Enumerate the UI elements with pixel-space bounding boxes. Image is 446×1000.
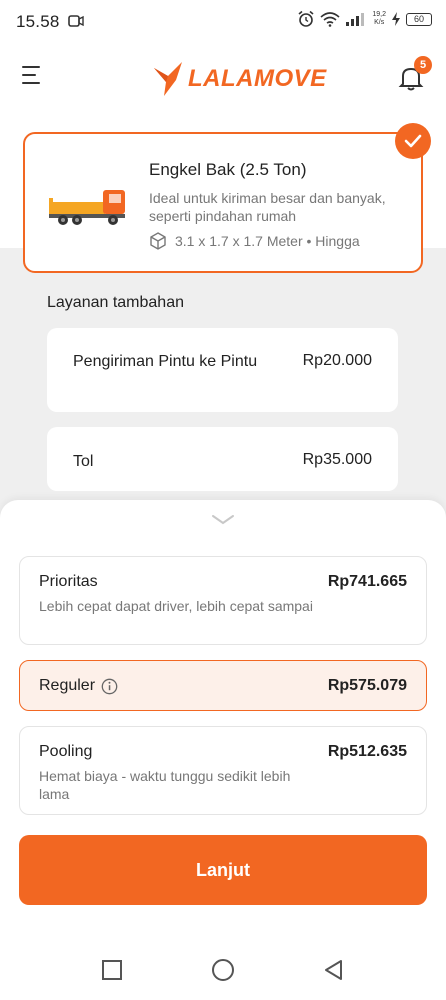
option-description: Hemat biaya - waktu tunggu sedikit lebih…	[39, 768, 291, 802]
option-price: Rp512.635	[327, 743, 407, 760]
status-time: 15.58	[16, 12, 60, 31]
service-door-to-door[interactable]: Pengiriman Pintu ke Pintu Rp20.000	[47, 328, 398, 412]
notification-button[interactable]: 5	[398, 56, 432, 92]
option-name: Pooling	[39, 743, 93, 760]
status-icons: 19,2 K/s 60	[297, 10, 432, 28]
option-price: Rp575.079	[327, 677, 407, 694]
option-price: Rp741.665	[327, 573, 407, 590]
truck-icon	[49, 190, 125, 225]
option-name: Prioritas	[39, 573, 98, 590]
additional-services-title: Layanan tambahan	[47, 294, 184, 311]
chevron-down-icon[interactable]	[211, 514, 235, 526]
vehicle-name: Engkel Bak (2.5 Ton)	[149, 160, 307, 179]
service-name: Tol	[73, 453, 94, 470]
square-icon[interactable]	[100, 958, 124, 982]
menu-button[interactable]	[22, 66, 48, 92]
wifi-icon	[320, 12, 340, 27]
battery-icon: 60	[406, 12, 432, 26]
service-price: Rp35.000	[302, 451, 372, 468]
box-icon	[150, 232, 166, 250]
service-price: Rp20.000	[302, 352, 372, 369]
app-screen: 15.58 19,2 K/s 60 LALAMOVE 5 Engkel Bak …	[0, 0, 446, 1000]
option-priority[interactable]: Prioritas Rp741.665 Lebih cepat dapat dr…	[19, 556, 427, 645]
check-icon	[404, 134, 422, 148]
system-nav-bar	[0, 940, 446, 1000]
triangle-back-icon[interactable]	[322, 958, 346, 982]
selected-check-badge	[395, 123, 431, 159]
continue-button[interactable]: Lanjut	[19, 835, 427, 905]
logo-text: LALAMOVE	[188, 65, 327, 92]
vehicle-card[interactable]: Engkel Bak (2.5 Ton) Ideal untuk kiriman…	[23, 132, 423, 273]
option-pooling[interactable]: Pooling Rp512.635 Hemat biaya - waktu tu…	[19, 726, 427, 815]
vehicle-description: Ideal untuk kiriman besar dan banyak, se…	[149, 190, 386, 224]
signal-icon	[346, 13, 365, 26]
charging-icon	[392, 12, 400, 26]
circle-icon[interactable]	[211, 958, 235, 982]
option-name: Reguler	[39, 677, 118, 695]
info-icon[interactable]	[101, 678, 118, 695]
alarm-icon	[298, 10, 314, 27]
lalamove-logo: LALAMOVE	[152, 60, 327, 98]
service-name: Pengiriman Pintu ke Pintu	[73, 353, 258, 370]
option-regular[interactable]: Reguler Rp575.079	[19, 660, 427, 711]
service-toll[interactable]: Tol Rp35.000	[47, 427, 398, 491]
app-header: LALAMOVE 5	[0, 44, 446, 116]
notification-badge: 5	[414, 56, 432, 74]
video-camera-icon	[68, 15, 84, 27]
vehicle-dimensions-text: 3.1 x 1.7 x 1.7 Meter • Hingga	[175, 233, 360, 249]
option-description: Lebih cepat dapat driver, lebih cepat sa…	[39, 598, 313, 614]
status-bar: 15.58 19,2 K/s 60	[0, 0, 446, 44]
network-speed: 19,2 K/s	[372, 11, 386, 26]
vehicle-dimensions: 3.1 x 1.7 x 1.7 Meter • Hingga	[149, 232, 360, 250]
logo-bird-icon	[154, 62, 182, 96]
